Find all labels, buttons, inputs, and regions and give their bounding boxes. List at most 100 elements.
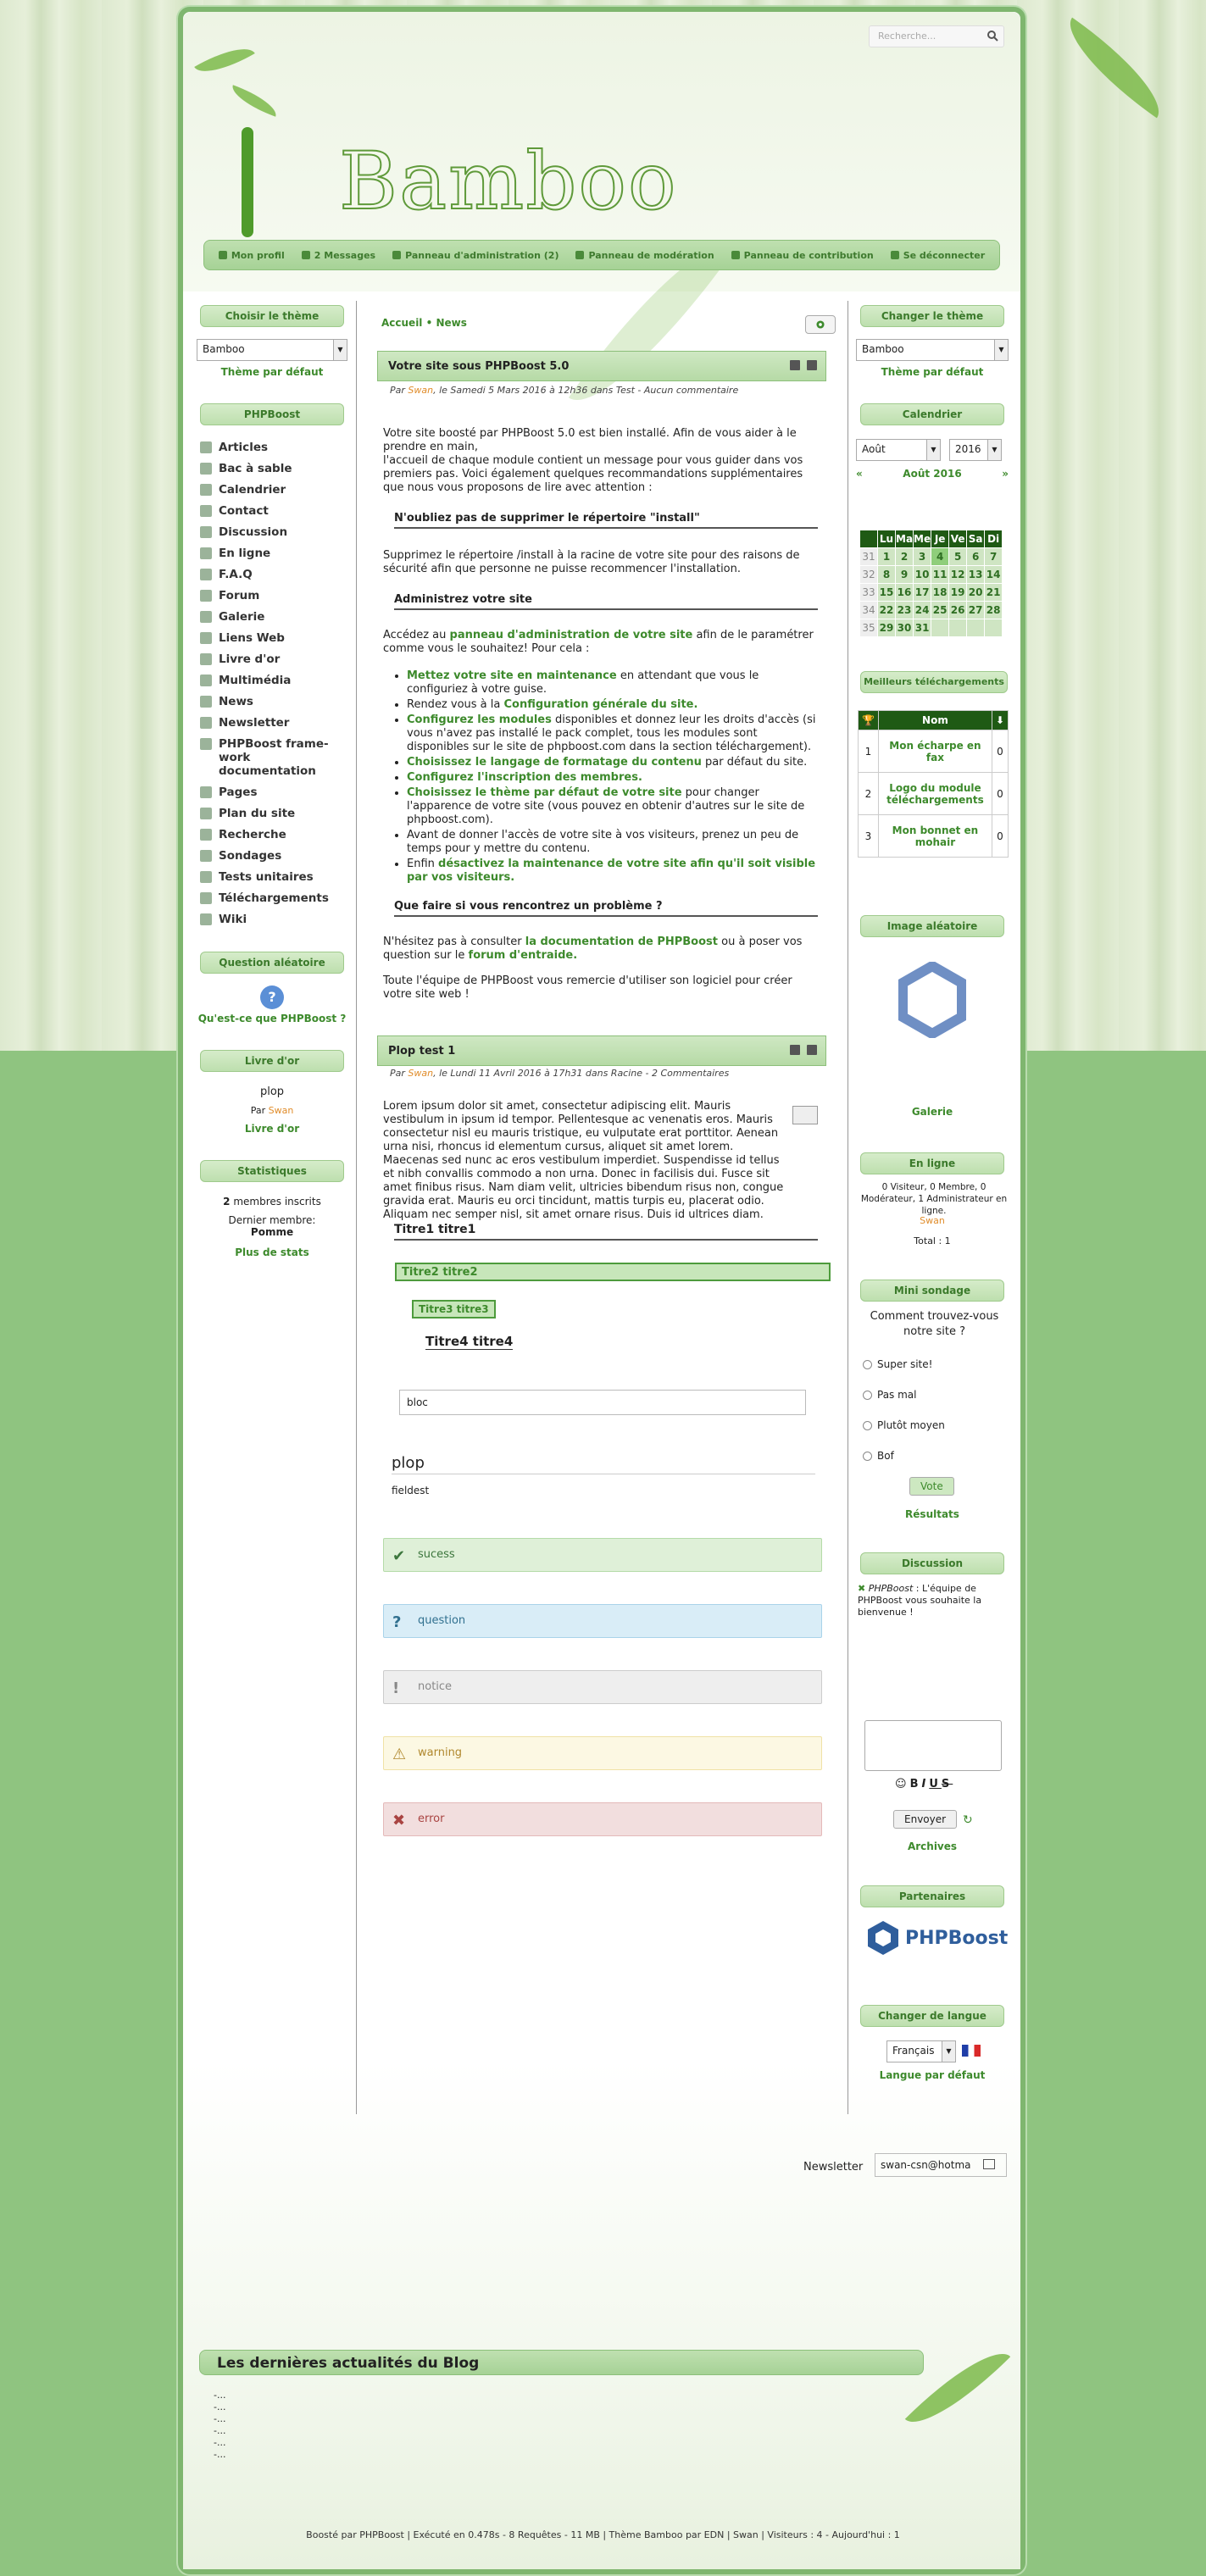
sidebar-item[interactable]: News [200,695,347,708]
blog-item[interactable]: -... [214,2390,225,2401]
newsletter-submit-icon[interactable] [983,2159,995,2169]
poll-vote-button[interactable]: Vote [909,1477,954,1496]
calendar-day[interactable]: 30 [894,619,914,637]
nav-item-profile[interactable]: Mon profil [218,250,285,261]
guestbook-link[interactable]: Livre d'or [197,1123,347,1135]
radio-icon[interactable] [863,1451,872,1461]
language-select[interactable]: Français ▼ [886,2040,956,2062]
nav-item-moderation[interactable]: Panneau de modération [575,250,714,261]
calendar-day[interactable]: 15 [877,583,896,602]
article-title[interactable]: Votre site sous PHPBoost 5.0 [388,360,569,373]
theme-select[interactable]: Bamboo ▼ [197,339,347,361]
calendar-day[interactable]: 24 [913,601,932,619]
phpboost-logo-image[interactable] [898,962,966,1038]
smiley-icon[interactable]: ☺ [895,1778,910,1790]
calendar-day[interactable]: 4 [931,547,950,566]
calendar-day[interactable]: 13 [966,565,986,584]
stats-more-link[interactable]: Plus de stats [197,1246,347,1258]
calendar-day[interactable]: 26 [948,601,968,619]
calendar-next-icon[interactable]: » [1002,468,1009,480]
sidebar-item[interactable]: Galerie [200,610,347,624]
calendar-day[interactable]: 31 [913,619,932,637]
shoutbox-textarea[interactable] [864,1720,1002,1771]
poll-option[interactable]: Super site! [863,1358,1009,1370]
poll-results-link[interactable]: Résultats [856,1508,1009,1520]
sidebar-item[interactable]: Multimédia [200,674,347,687]
calendar-day[interactable]: 29 [877,619,896,637]
search-input[interactable]: Recherche... [869,25,1004,47]
nav-item-contribution[interactable]: Panneau de contribution [731,250,874,261]
shoutbox-archives-link[interactable]: Archives [856,1840,1009,1852]
calendar-day[interactable]: 9 [894,565,914,584]
sidebar-item[interactable]: Tests unitaires [200,870,347,884]
sidebar-item[interactable]: Recherche [200,828,347,841]
nav-item-logout[interactable]: Se déconnecter [890,250,985,261]
radio-icon[interactable] [863,1390,872,1400]
calendar-day[interactable]: 27 [966,601,986,619]
calendar-month-select[interactable]: Août ▼ [856,439,941,461]
sidebar-item[interactable]: Wiki [200,913,347,926]
calendar-day[interactable]: 8 [877,565,896,584]
shout-delete-icon[interactable]: ✖ [858,1583,865,1594]
sidebar-item[interactable]: Bac à sable [200,462,347,475]
calendar-day[interactable]: 19 [948,583,968,602]
download-link[interactable]: Mon bonnet en mohair [877,814,992,858]
blog-item[interactable]: -... [214,2425,225,2437]
calendar-day[interactable]: 25 [931,601,950,619]
download-link[interactable]: Mon écharpe en fax [877,730,992,773]
calendar-day[interactable]: 22 [877,601,896,619]
sidebar-item[interactable]: Newsletter [200,716,347,730]
poll-option[interactable]: Plutôt moyen [863,1419,1009,1431]
calendar-day[interactable]: 2 [894,547,914,566]
calendar-day[interactable]: 28 [984,601,1003,619]
shoutbox-send-button[interactable]: Envoyer [893,1810,958,1829]
blog-item[interactable]: -... [214,2437,225,2449]
guestbook-author[interactable]: Swan [269,1105,294,1116]
sidebar-item[interactable]: Pages [200,786,347,799]
calendar-day[interactable]: 12 [948,565,968,584]
poll-option[interactable]: Pas mal [863,1389,1009,1401]
blog-item[interactable]: -... [214,2401,225,2413]
calendar-day[interactable]: 1 [877,547,896,566]
calendar-day[interactable]: 7 [984,547,1003,566]
article-author[interactable]: Swan [408,385,433,396]
calendar-year-select[interactable]: 2016 ▼ [949,439,1002,461]
calendar-day[interactable]: 18 [931,583,950,602]
calendar-day[interactable] [966,619,986,637]
calendar-day[interactable]: 17 [913,583,932,602]
nav-item-admin[interactable]: Panneau d'administration (2) [392,250,559,261]
download-link[interactable]: Logo du module téléchargements [877,772,992,815]
shout-author[interactable]: PHPBoost [869,1583,914,1594]
forum-link[interactable]: forum d'entraide. [469,949,578,962]
refresh-icon[interactable]: ↻ [963,1813,973,1827]
breadcrumb-home[interactable]: Accueil [381,317,422,329]
sidebar-item[interactable]: Liens Web [200,631,347,645]
breadcrumb-news[interactable]: News [436,317,466,329]
gallery-link[interactable]: Galerie [856,1106,1009,1118]
bold-icon[interactable]: B [910,1778,922,1790]
admin-panel-link[interactable]: panneau d'administration de votre site [450,629,693,641]
calendar-day[interactable] [948,619,968,637]
online-user[interactable]: Swan [856,1215,1009,1226]
trash-icon[interactable] [807,360,817,370]
calendar-day[interactable]: 6 [966,547,986,566]
calendar-day[interactable]: 23 [894,601,914,619]
stats-last-member-name[interactable]: Pomme [251,1226,293,1238]
strike-icon[interactable]: S [942,1778,953,1790]
partner-phpboost-logo[interactable]: PHPBoost [866,1917,1010,1959]
poll-option[interactable]: Bof [863,1450,1009,1462]
article-author[interactable]: Swan [408,1068,433,1079]
sidebar-item[interactable]: Contact [200,504,347,518]
language-default-link[interactable]: Langue par défaut [856,2069,1009,2081]
nav-item-messages[interactable]: 2 Messages [301,250,375,261]
search-icon[interactable] [986,30,998,42]
sidebar-item[interactable]: Livre d'or [200,652,347,666]
blog-item[interactable]: -... [214,2449,225,2461]
blog-item[interactable]: -... [214,2413,225,2425]
sidebar-item[interactable]: Forum [200,589,347,602]
sidebar-item[interactable]: Sondages [200,849,347,863]
theme-default-link[interactable]: Thème par défaut [197,366,347,378]
settings-button[interactable] [805,315,836,334]
sidebar-item[interactable]: Calendrier [200,483,347,497]
theme-default-link-right[interactable]: Thème par défaut [856,366,1009,378]
